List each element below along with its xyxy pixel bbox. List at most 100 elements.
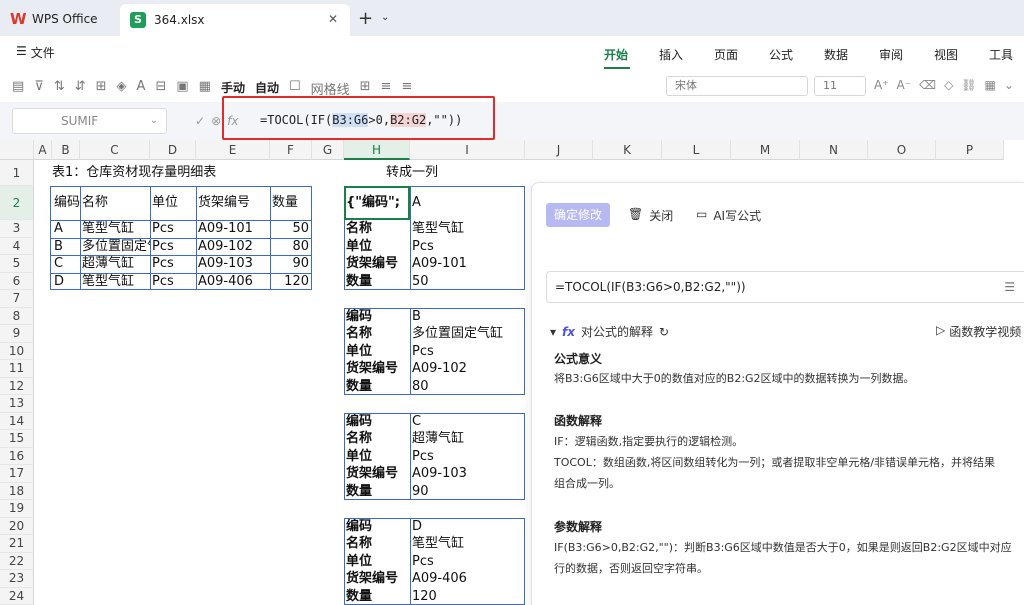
border-icon[interactable]: ⊞	[96, 79, 107, 98]
tab-tools[interactable]: 工具	[989, 46, 1024, 63]
column-header-f[interactable]: F	[270, 140, 312, 160]
tab-review[interactable]: 审阅	[879, 46, 934, 63]
section-meaning-text: 将B3:G6区域中大于0的数值对应的B2:G2区域中的数据转换为一列数据。	[554, 372, 915, 385]
refresh-icon[interactable]: ↻	[659, 325, 669, 339]
column-header-o[interactable]: O	[868, 140, 936, 160]
column-header-i[interactable]: I	[410, 140, 525, 160]
row-header-17[interactable]: 17	[0, 465, 34, 483]
row-header-12[interactable]: 12	[0, 377, 34, 395]
result-block-frame	[344, 307, 525, 395]
increase-font-icon[interactable]: A⁺	[874, 78, 889, 92]
grid-line	[410, 186, 411, 290]
confirm-icon[interactable]: ✓	[195, 114, 205, 128]
tab-view[interactable]: 视图	[934, 46, 989, 63]
sort-desc-icon[interactable]: ⇵	[75, 79, 86, 98]
tab-home[interactable]: 开始	[604, 46, 659, 63]
column-header-g[interactable]: G	[312, 140, 344, 160]
column-header-p[interactable]: P	[936, 140, 1004, 160]
row-header-7[interactable]: 7	[0, 290, 34, 308]
tab-insert[interactable]: 插入	[659, 46, 714, 63]
row-header-19[interactable]: 19	[0, 500, 34, 518]
tab-data[interactable]: 数据	[824, 46, 879, 63]
row-header-1[interactable]: 1	[0, 160, 34, 186]
name-box[interactable]: SUMIF ⌄	[12, 108, 167, 134]
video-link[interactable]: ▷ 函数教学视频	[936, 323, 1021, 340]
row-header-22[interactable]: 22	[0, 552, 34, 570]
column-header-h[interactable]: H	[344, 140, 410, 160]
menu-bar: ☰ 文件 开始 插入 页面 公式 数据 审阅 视图 工具	[0, 36, 1024, 70]
explain-header[interactable]: ▾ fx 对公式的解释 ↻	[550, 323, 669, 340]
collapse-icon[interactable]: ▾	[550, 325, 556, 339]
ai-write-formula-button[interactable]: ▭ AI写公式	[696, 207, 761, 224]
close-tab-icon[interactable]: ✕	[328, 12, 338, 26]
row-header-2[interactable]: 2	[0, 186, 34, 220]
font-name-select[interactable]: 宋体	[666, 76, 808, 96]
close-button[interactable]: 🗑 关闭	[628, 207, 673, 224]
align-icon[interactable]: ▦	[199, 79, 211, 98]
row-header-18[interactable]: 18	[0, 482, 34, 500]
table-title[interactable]: 表1：仓库资材现存量明细表	[50, 160, 310, 186]
settings-icon[interactable]: ☰	[1004, 272, 1015, 302]
format-painter-icon[interactable]: ▤	[12, 79, 24, 98]
row-header-5[interactable]: 5	[0, 255, 34, 273]
column-header-d[interactable]: D	[150, 140, 196, 160]
column-header-l[interactable]: L	[662, 140, 731, 160]
row-header-15[interactable]: 15	[0, 430, 34, 448]
row-header-20[interactable]: 20	[0, 517, 34, 535]
row-header-9[interactable]: 9	[0, 325, 34, 343]
file-menu[interactable]: ☰ 文件	[16, 44, 55, 61]
confirm-edit-button[interactable]: 确定修改	[546, 203, 610, 227]
column-header-m[interactable]: M	[731, 140, 800, 160]
font-color-icon[interactable]: A	[137, 79, 146, 98]
chevron-down-icon[interactable]: ⌄	[381, 12, 389, 23]
row-header-24[interactable]: 24	[0, 587, 34, 605]
tab-page[interactable]: 页面	[714, 46, 769, 63]
new-tab-icon[interactable]: +	[358, 8, 373, 29]
grid-line	[410, 412, 411, 500]
row-header-4[interactable]: 4	[0, 237, 34, 255]
shape-icon[interactable]: ◇	[944, 78, 953, 92]
merge-icon[interactable]: ⊟	[155, 79, 166, 98]
row-header-16[interactable]: 16	[0, 447, 34, 465]
result-block-frame	[344, 517, 525, 605]
column-header-b[interactable]: B	[52, 140, 80, 160]
select-all-corner[interactable]	[0, 140, 34, 160]
row-header-14[interactable]: 14	[0, 412, 34, 430]
convert-title[interactable]: 转成一列	[384, 160, 504, 186]
row-header-10[interactable]: 10	[0, 342, 34, 360]
link-icon[interactable]: ⛓	[961, 78, 976, 92]
clear-format-icon[interactable]: ⌫	[919, 78, 936, 92]
column-header-e[interactable]: E	[196, 140, 270, 160]
filter-icon[interactable]: ⊽	[34, 79, 44, 98]
chevron-down-icon[interactable]: ⌄	[150, 109, 158, 133]
decrease-font-icon[interactable]: A⁻	[897, 78, 912, 92]
wps-home-tab[interactable]: W WPS Office	[10, 8, 98, 30]
row-header-13[interactable]: 13	[0, 395, 34, 413]
column-header-a[interactable]: A	[34, 140, 52, 160]
name-box-value: SUMIF	[61, 114, 99, 128]
more-chevron-icon[interactable]: ⌄	[1004, 78, 1014, 92]
column-header-k[interactable]: K	[593, 140, 662, 160]
fill-color-icon[interactable]: ◈	[117, 79, 127, 98]
column-header-c[interactable]: C	[80, 140, 150, 160]
row-header-3[interactable]: 3	[0, 220, 34, 238]
tab-formula[interactable]: 公式	[769, 46, 824, 63]
result-block-frame	[344, 412, 525, 500]
close-button-label: 关闭	[649, 209, 674, 223]
table-icon[interactable]: ▦	[985, 78, 996, 92]
file-tab[interactable]: S 364.xlsx ✕	[120, 4, 350, 36]
row-header-11[interactable]: 11	[0, 360, 34, 378]
wrap-icon[interactable]: ▣	[176, 79, 188, 98]
row-header-21[interactable]: 21	[0, 535, 34, 553]
panel-formula-input[interactable]: =TOCOL(IF(B3:G6>0,B2:G2,"")) ☰	[546, 271, 1024, 303]
cancel-icon[interactable]: ⊗	[211, 114, 221, 128]
row-header-8[interactable]: 8	[0, 307, 34, 325]
formula-bar: SUMIF ⌄ ✓ ⊗ fx =TOCOL(IF(B3:G6>0,B2:G2,"…	[0, 102, 1024, 140]
sort-asc-icon[interactable]: ⇅	[54, 79, 65, 98]
column-header-n[interactable]: N	[800, 140, 868, 160]
column-header-j[interactable]: J	[525, 140, 593, 160]
row-header-6[interactable]: 6	[0, 272, 34, 290]
row-header-23[interactable]: 23	[0, 570, 34, 588]
font-size-select[interactable]: 11	[814, 76, 866, 96]
section-function-title: 函数解释	[554, 414, 603, 428]
